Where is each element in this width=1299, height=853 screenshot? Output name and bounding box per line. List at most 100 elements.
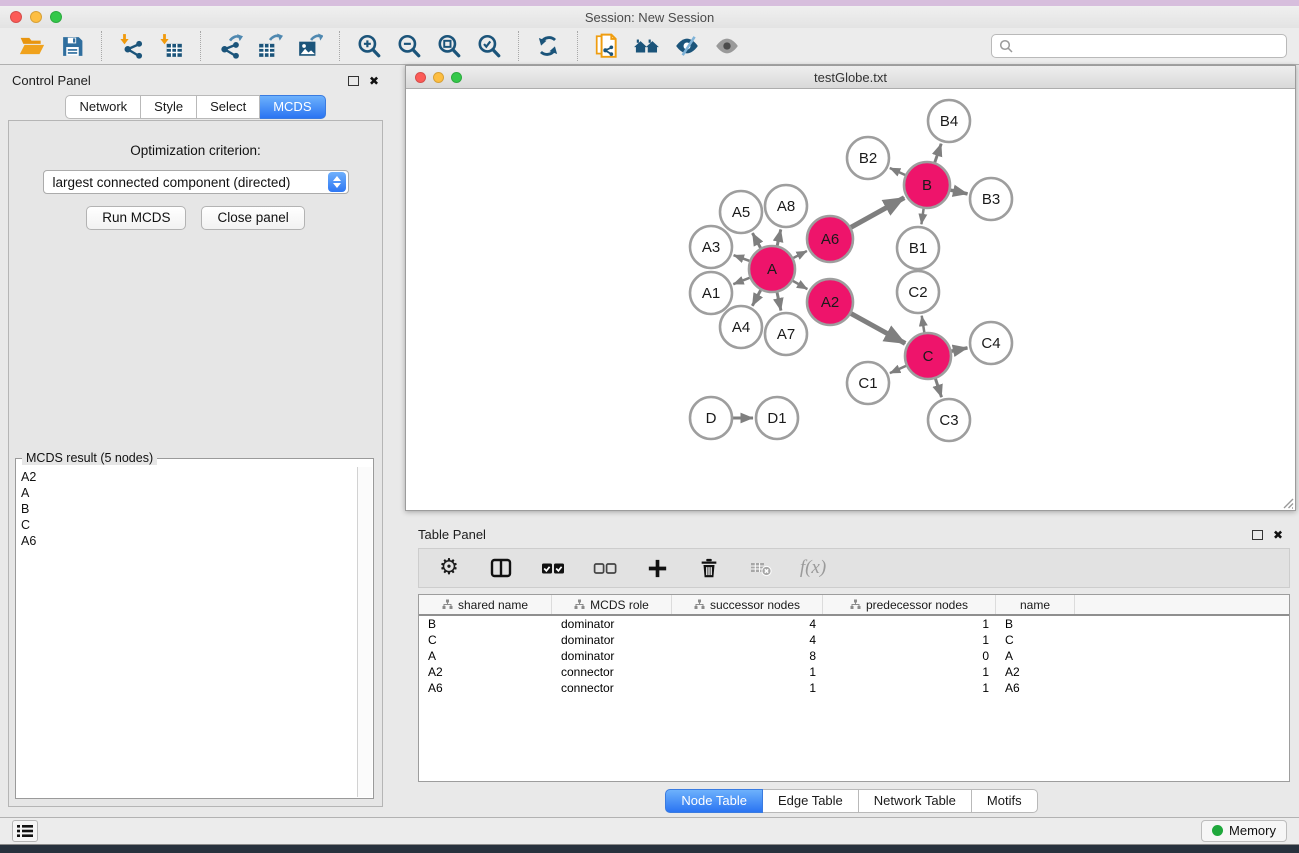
graph-node-C2[interactable]: C2 xyxy=(897,271,939,313)
tab-select[interactable]: Select xyxy=(197,95,260,119)
show-panel-icon[interactable] xyxy=(707,30,747,62)
graph-node-A7[interactable]: A7 xyxy=(765,313,807,355)
tab-mcds[interactable]: MCDS xyxy=(260,95,325,119)
mcds-result-item[interactable]: B xyxy=(21,501,357,517)
table-cell: A2 xyxy=(419,664,552,680)
zoom-window-button[interactable] xyxy=(50,11,62,23)
zoom-fit-icon[interactable] xyxy=(429,30,469,62)
close-window-button[interactable] xyxy=(10,11,22,23)
network-minimize-button[interactable] xyxy=(433,72,444,83)
graph-node-A5[interactable]: A5 xyxy=(720,191,762,233)
svg-text:A4: A4 xyxy=(732,319,750,336)
export-table-icon[interactable] xyxy=(250,30,290,62)
memory-button[interactable]: Memory xyxy=(1201,820,1287,842)
search-field[interactable] xyxy=(991,34,1287,58)
close-panel-icon[interactable]: ✖ xyxy=(369,76,379,86)
optimization-criterion-dropdown[interactable]: largest connected component (directed) xyxy=(43,170,349,194)
svg-text:C3: C3 xyxy=(939,412,958,429)
graph-node-D[interactable]: D xyxy=(690,397,732,439)
open-file-icon[interactable] xyxy=(12,30,52,62)
graph-node-A2[interactable]: A2 xyxy=(807,279,853,325)
columns-icon[interactable] xyxy=(487,554,515,582)
gear-icon[interactable]: ⚙ xyxy=(435,554,463,582)
graph-node-A3[interactable]: A3 xyxy=(690,226,732,268)
control-panel-title: Control Panel xyxy=(12,73,91,88)
control-panel-tabs: NetworkStyleSelectMCDS xyxy=(0,95,391,119)
graph-node-C3[interactable]: C3 xyxy=(928,399,970,441)
mcds-result-item[interactable]: A xyxy=(21,485,357,501)
graph-node-C1[interactable]: C1 xyxy=(847,362,889,404)
column-header-successor-nodes[interactable]: successor nodes xyxy=(672,595,823,614)
tab-network-table[interactable]: Network Table xyxy=(859,789,972,813)
column-header-shared-name[interactable]: shared name xyxy=(419,595,552,614)
table-row[interactable]: Adominator80A xyxy=(419,648,1289,664)
mcds-result-item[interactable]: A6 xyxy=(21,533,357,549)
import-network-icon[interactable] xyxy=(111,30,151,62)
export-image-icon[interactable] xyxy=(290,30,330,62)
table-cell: A xyxy=(996,648,1075,664)
table-cell: B xyxy=(419,616,552,632)
zoom-in-icon[interactable] xyxy=(349,30,389,62)
close-panel-button[interactable]: Close panel xyxy=(201,206,304,230)
table-row[interactable]: A6connector11A6 xyxy=(419,680,1289,696)
minimize-window-button[interactable] xyxy=(30,11,42,23)
close-table-panel-icon[interactable]: ✖ xyxy=(1273,530,1283,540)
table-cell: A6 xyxy=(996,680,1075,696)
mcds-result-item[interactable]: C xyxy=(21,517,357,533)
graph-node-C[interactable]: C xyxy=(905,333,951,379)
graph-node-B4[interactable]: B4 xyxy=(928,100,970,142)
float-panel-icon[interactable] xyxy=(348,76,359,86)
task-history-button[interactable] xyxy=(12,820,38,842)
save-session-icon[interactable] xyxy=(52,30,92,62)
tab-style[interactable]: Style xyxy=(141,95,197,119)
svg-text:D1: D1 xyxy=(767,410,786,427)
graph-node-B1[interactable]: B1 xyxy=(897,227,939,269)
svg-text:A2: A2 xyxy=(821,294,839,311)
network-zoom-button[interactable] xyxy=(451,72,462,83)
column-header-mcds-role[interactable]: MCDS role xyxy=(552,595,672,614)
graph-node-B3[interactable]: B3 xyxy=(970,178,1012,220)
mcds-result-item[interactable]: A2 xyxy=(21,469,357,485)
resize-grip-icon[interactable] xyxy=(1280,495,1294,509)
select-all-icon[interactable] xyxy=(539,554,567,582)
column-header-predecessor-nodes[interactable]: predecessor nodes xyxy=(823,595,996,614)
memory-status-dot xyxy=(1212,825,1223,836)
graph-node-D1[interactable]: D1 xyxy=(756,397,798,439)
import-table-icon[interactable] xyxy=(151,30,191,62)
deselect-all-icon[interactable] xyxy=(591,554,619,582)
zoom-selected-icon[interactable] xyxy=(469,30,509,62)
float-table-panel-icon[interactable] xyxy=(1252,530,1263,540)
delete-column-icon[interactable] xyxy=(695,554,723,582)
graph-node-A1[interactable]: A1 xyxy=(690,272,732,314)
new-network-icon[interactable] xyxy=(587,30,627,62)
table-row[interactable]: Cdominator41C xyxy=(419,632,1289,648)
mcds-result-scrollbar[interactable] xyxy=(357,467,372,797)
export-network-icon[interactable] xyxy=(210,30,250,62)
mcds-result-list: A2ABCA6 xyxy=(17,467,357,797)
graph-node-A4[interactable]: A4 xyxy=(720,306,762,348)
zoom-out-icon[interactable] xyxy=(389,30,429,62)
svg-text:A6: A6 xyxy=(821,231,839,248)
network-canvas[interactable]: B4 B2 B B3 B1 A5A8 A6 A3 A A1 C2 A2 A4 A7 C4 C C1 C3 D D1 xyxy=(406,89,1295,510)
table-row[interactable]: Bdominator41B xyxy=(419,616,1289,632)
graph-node-B2[interactable]: B2 xyxy=(847,137,889,179)
search-input[interactable] xyxy=(1018,39,1279,54)
graph-node-A6[interactable]: A6 xyxy=(807,216,853,262)
add-column-icon[interactable] xyxy=(643,554,671,582)
hide-panel-icon[interactable] xyxy=(667,30,707,62)
network-close-button[interactable] xyxy=(415,72,426,83)
table-row[interactable]: A2connector11A2 xyxy=(419,664,1289,680)
app-window: Session: New Session xyxy=(0,6,1299,845)
column-header-name[interactable]: name xyxy=(996,595,1075,614)
tab-node-table[interactable]: Node Table xyxy=(665,789,763,813)
run-mcds-button[interactable]: Run MCDS xyxy=(86,206,186,230)
tab-edge-table[interactable]: Edge Table xyxy=(763,789,859,813)
graph-node-A8[interactable]: A8 xyxy=(765,185,807,227)
show-all-networks-icon[interactable] xyxy=(627,30,667,62)
graph-node-C4[interactable]: C4 xyxy=(970,322,1012,364)
tab-network[interactable]: Network xyxy=(65,95,141,119)
graph-node-A[interactable]: A xyxy=(749,246,795,292)
tab-motifs[interactable]: Motifs xyxy=(972,789,1038,813)
refresh-layout-icon[interactable] xyxy=(528,30,568,62)
graph-node-B[interactable]: B xyxy=(904,162,950,208)
